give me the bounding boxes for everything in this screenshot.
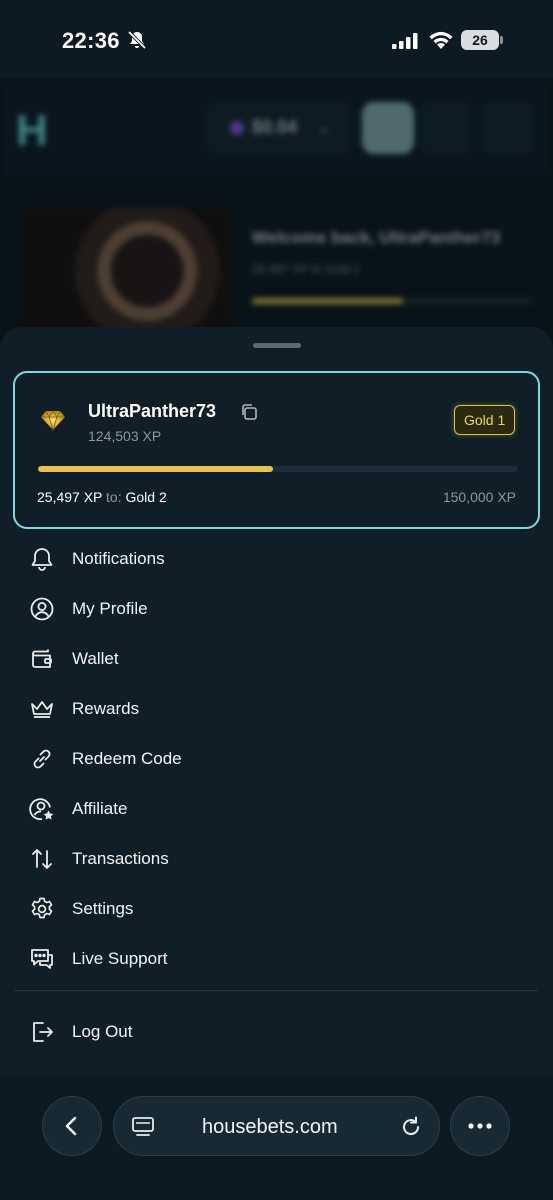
reload-icon[interactable] <box>399 1115 423 1139</box>
menu-label: Notifications <box>72 549 165 568</box>
address-bar[interactable]: housebets.com <box>113 1096 440 1156</box>
crown-icon <box>28 695 56 723</box>
menu-item-rewards[interactable]: Rewards <box>28 689 528 729</box>
sheet-grabber[interactable] <box>253 343 301 348</box>
menu-label: Live Support <box>72 949 168 968</box>
battery-indicator: 26 <box>461 30 503 50</box>
menu-divider <box>14 990 538 991</box>
browser-toolbar: housebets.com <box>0 1076 553 1200</box>
progress-current-xp: 25,497 XP <box>37 489 103 505</box>
ellipsis-icon <box>468 1123 492 1129</box>
menu-item-settings[interactable]: Settings <box>28 889 528 929</box>
menu-item-affiliate[interactable]: Affiliate <box>28 789 528 829</box>
menu-item-wallet[interactable]: Wallet <box>28 639 528 679</box>
rank-badge: Gold 1 <box>454 405 516 435</box>
tabs-icon[interactable] <box>132 1117 154 1137</box>
gear-icon <box>28 895 56 923</box>
url-text: housebets.com <box>202 1116 338 1138</box>
progress-current: 25,497 XP to: Gold 2 <box>37 489 167 505</box>
bell-icon <box>28 545 56 573</box>
back-button[interactable] <box>42 1096 102 1156</box>
menu-item-transactions[interactable]: Transactions <box>28 839 528 879</box>
bell-off-icon <box>127 30 147 50</box>
wifi-icon <box>429 31 453 49</box>
menu-item-notifications[interactable]: Notifications <box>28 539 528 579</box>
chevron-left-icon <box>65 1116 77 1136</box>
battery-level: 26 <box>461 30 499 50</box>
logout-button[interactable]: Log Out <box>28 1012 528 1052</box>
wallet-icon <box>28 645 56 673</box>
link-icon <box>28 745 56 773</box>
menu-label: Redeem Code <box>72 749 182 768</box>
progress-target: 150,000 XP <box>442 489 516 505</box>
menu-item-live-support[interactable]: Live Support <box>28 939 528 979</box>
gem-icon <box>41 410 65 431</box>
menu-label: Wallet <box>72 649 119 668</box>
status-time: 22:36 <box>62 28 120 53</box>
xp-progress-bar <box>38 466 518 472</box>
progress-to-label: to: <box>106 489 122 505</box>
logout-icon <box>28 1018 56 1046</box>
menu-label: Affiliate <box>72 799 128 818</box>
menu-label: Transactions <box>72 849 169 868</box>
logout-label: Log Out <box>72 1022 133 1041</box>
status-bar: 22:36 26 <box>0 0 553 78</box>
chat-icon <box>28 945 56 973</box>
username: UltraPanther73 <box>88 401 217 421</box>
arrows-updown-icon <box>28 845 56 873</box>
more-button[interactable] <box>450 1096 510 1156</box>
menu-item-my-profile[interactable]: My Profile <box>28 589 528 629</box>
xp-total: 124,503 XP <box>88 428 162 444</box>
menu-label: Rewards <box>72 699 140 718</box>
menu-label: Settings <box>72 899 134 918</box>
progress-next-rank: Gold 2 <box>125 489 167 505</box>
menu-item-redeem-code[interactable]: Redeem Code <box>28 739 528 779</box>
xp-progress-fill <box>38 466 274 472</box>
copy-icon[interactable] <box>240 403 258 421</box>
menu-label: My Profile <box>72 599 148 618</box>
user-circle-icon <box>28 595 56 623</box>
account-sheet: UltraPanther73 124,503 XP Gold 1 25,497 … <box>0 327 553 1200</box>
signal-icon <box>392 33 418 49</box>
user-star-icon <box>28 795 56 823</box>
profile-card: UltraPanther73 124,503 XP Gold 1 25,497 … <box>13 371 540 529</box>
